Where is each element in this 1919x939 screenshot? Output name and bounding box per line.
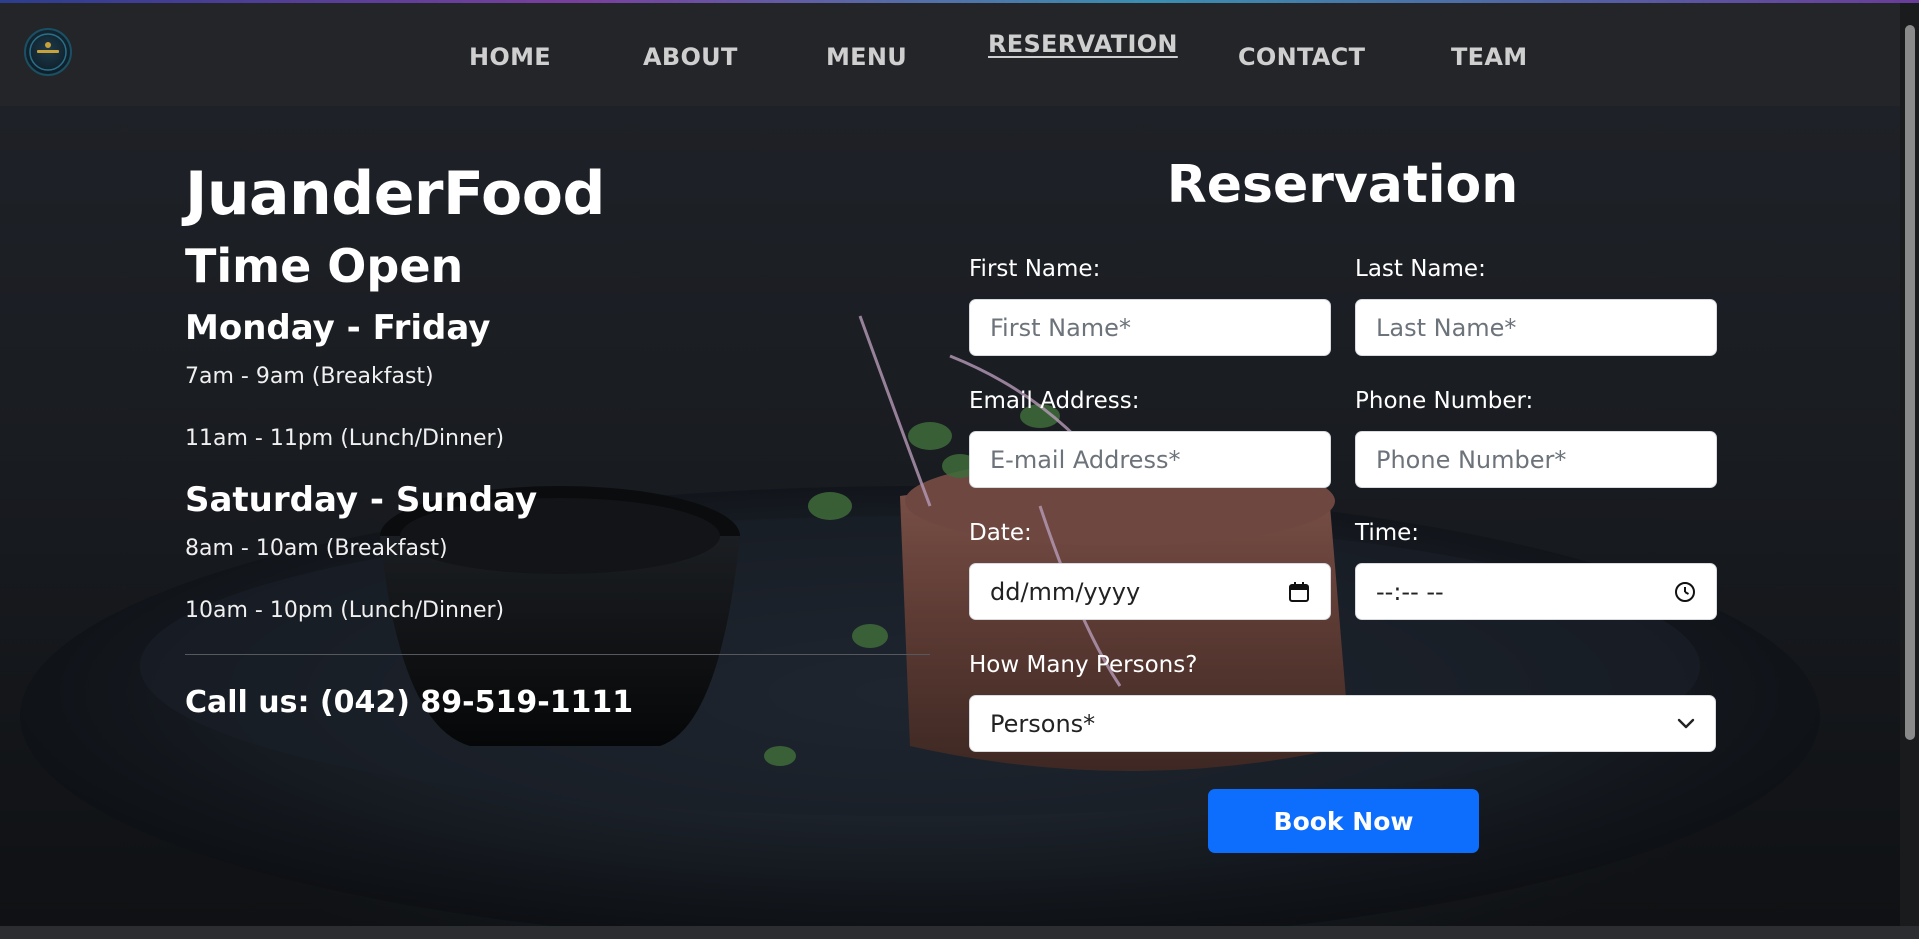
email-input[interactable]: E-mail Address* (969, 431, 1331, 488)
nav-team-link[interactable]: TEAM (1451, 43, 1527, 71)
reservation-title: Reservation (1166, 155, 1519, 215)
persons-selected: Persons* (990, 709, 1096, 738)
persons-label: How Many Persons? (969, 652, 1198, 678)
nav-home-link[interactable]: HOME (469, 43, 551, 71)
date-input[interactable]: dd/mm/yyyy (969, 563, 1331, 620)
weekday-breakfast-time: 7am - 9am (Breakfast) (185, 364, 434, 389)
last-name-input[interactable]: Last Name* (1355, 299, 1717, 356)
first-name-placeholder: First Name* (990, 313, 1131, 342)
weekday-lunch-dinner-time: 11am - 11pm (Lunch/Dinner) (185, 426, 505, 451)
weekend-lunch-dinner-time: 10am - 10pm (Lunch/Dinner) (185, 598, 505, 623)
first-name-input[interactable]: First Name* (969, 299, 1331, 356)
call-us-phone: Call us: (042) 89-519-1111 (185, 685, 634, 720)
brand-title: JuanderFood (185, 159, 605, 229)
nav-about-link[interactable]: ABOUT (643, 43, 738, 71)
section-divider (185, 654, 930, 655)
persons-select[interactable]: Persons* (969, 695, 1716, 752)
phone-input[interactable]: Phone Number* (1355, 431, 1717, 488)
date-value: dd/mm/yyyy (990, 577, 1141, 606)
last-name-label: Last Name: (1355, 256, 1486, 282)
first-name-label: First Name: (969, 256, 1101, 282)
phone-placeholder: Phone Number* (1376, 445, 1567, 474)
opening-hours-section: JuanderFood Time Open Monday - Friday 7a… (185, 156, 930, 723)
nav-reservation-link[interactable]: RESERVATION (988, 30, 1178, 58)
navbar: HOME ABOUT MENU RESERVATION CONTACT TEAM (0, 3, 1900, 106)
clock-icon[interactable] (1674, 581, 1696, 603)
email-label: Email Address: (969, 388, 1140, 414)
weekday-range: Monday - Friday (185, 308, 491, 348)
time-input[interactable]: --:-- -- (1355, 563, 1717, 620)
last-name-placeholder: Last Name* (1376, 313, 1517, 342)
hours-title: Time Open (185, 239, 464, 293)
date-label: Date: (969, 520, 1032, 546)
weekend-breakfast-time: 8am - 10am (Breakfast) (185, 536, 448, 561)
nav-contact-link[interactable]: CONTACT (1238, 43, 1365, 71)
time-value: --:-- -- (1376, 577, 1444, 606)
calendar-icon[interactable] (1288, 581, 1310, 603)
book-now-button[interactable]: Book Now (1208, 789, 1479, 853)
bottom-strip (0, 926, 1919, 939)
weekend-range: Saturday - Sunday (185, 480, 538, 520)
scrollbar-thumb[interactable] (1905, 25, 1915, 740)
nav-menu: HOME ABOUT MENU RESERVATION CONTACT TEAM (0, 3, 1900, 106)
nav-menu-link[interactable]: MENU (826, 43, 907, 71)
phone-label: Phone Number: (1355, 388, 1534, 414)
page-scrollbar[interactable] (1900, 3, 1919, 926)
email-placeholder: E-mail Address* (990, 445, 1181, 474)
time-label: Time: (1355, 520, 1420, 546)
chevron-down-icon (1677, 718, 1695, 730)
